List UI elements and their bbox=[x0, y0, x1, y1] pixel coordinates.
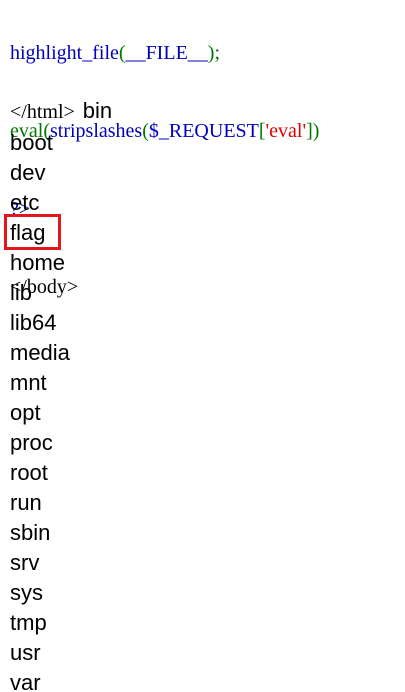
code-punct: ( bbox=[118, 42, 126, 64]
directory-entry: tmp bbox=[10, 610, 47, 635]
code-punct: ]) bbox=[306, 120, 320, 142]
directory-entry: root bbox=[10, 460, 48, 485]
code-var: $_REQUEST bbox=[148, 120, 259, 142]
code-punct: ( bbox=[142, 120, 149, 142]
directory-entry: usr bbox=[10, 640, 41, 665]
code-punct: [ bbox=[258, 120, 266, 142]
directory-entry: boot bbox=[10, 130, 53, 155]
code-const: __FILE__ bbox=[125, 42, 208, 64]
directory-entry: lib64 bbox=[10, 310, 57, 335]
directory-entry: home bbox=[10, 250, 66, 275]
directory-entry: var bbox=[10, 670, 41, 692]
directory-listing: boot dev etc flag home lib lib64 media m… bbox=[4, 128, 70, 692]
directory-entry: bin bbox=[82, 98, 113, 123]
directory-entry: opt bbox=[10, 400, 41, 425]
code-line-highlight-file: highlight_file(__FILE__); bbox=[10, 40, 319, 66]
directory-entry: proc bbox=[10, 430, 53, 455]
directory-entry: media bbox=[10, 340, 70, 365]
code-func: highlight_file bbox=[10, 42, 119, 64]
directory-entry: lib bbox=[10, 280, 33, 305]
code-string: 'eval' bbox=[265, 120, 307, 142]
directory-entry: sys bbox=[10, 580, 43, 605]
code-line-html-close: </html> bin bbox=[10, 98, 112, 128]
directory-entry: run bbox=[10, 490, 42, 515]
directory-entry-flag: flag bbox=[4, 214, 70, 250]
code-punct: ); bbox=[207, 42, 220, 64]
html-close-tag: </html> bbox=[10, 101, 75, 123]
directory-entry: dev bbox=[10, 160, 46, 185]
directory-entry: sbin bbox=[10, 520, 51, 545]
highlight-box bbox=[4, 214, 61, 250]
page: highlight_file(__FILE__); eval(stripslas… bbox=[0, 0, 405, 692]
directory-entry: srv bbox=[10, 550, 40, 575]
directory-entry: mnt bbox=[10, 370, 47, 395]
